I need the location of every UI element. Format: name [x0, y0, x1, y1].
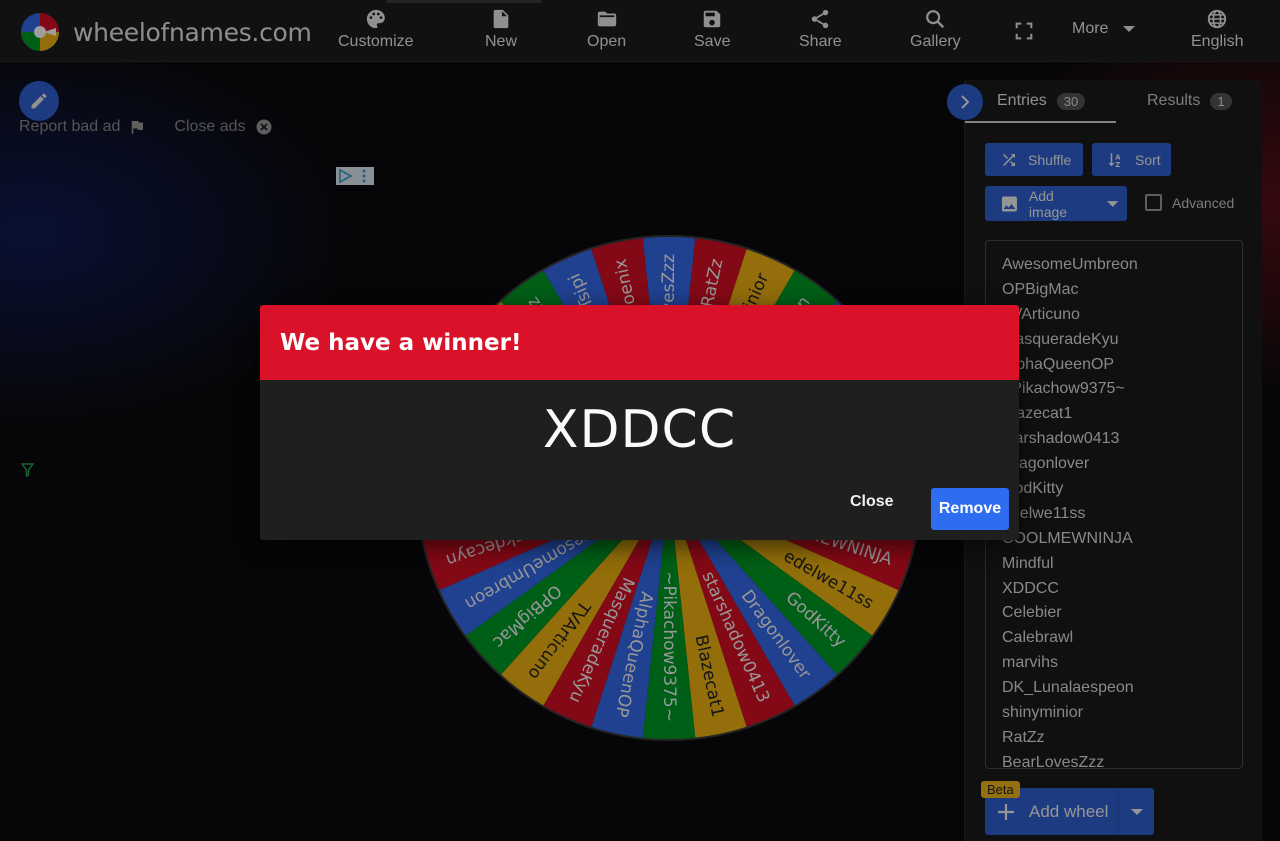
winner-name: XDDCC — [542, 400, 737, 460]
page: wheelofnames.com Customize New Open Save… — [0, 0, 1280, 841]
dialog-title: We have a winner! — [280, 329, 522, 356]
close-button[interactable]: Close — [850, 493, 894, 511]
remove-button[interactable]: Remove — [931, 488, 1009, 530]
winner-dialog: We have a winner! XDDCC Close Remove — [260, 305, 1019, 540]
dialog-header: We have a winner! — [260, 305, 1019, 380]
